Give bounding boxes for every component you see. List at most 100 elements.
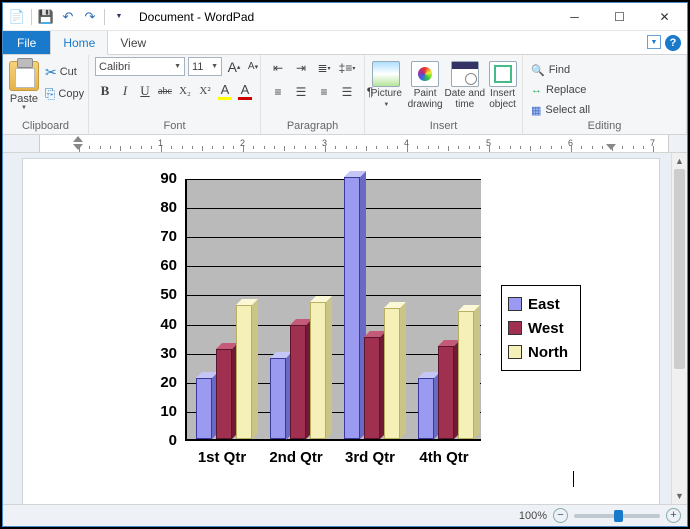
copy-label: Copy (58, 88, 84, 100)
scroll-down-arrow[interactable]: ▼ (672, 488, 687, 504)
y-tick-label: 80 (131, 199, 177, 216)
quick-access-toolbar: 📄 💾 ↶ ↷ ▼ (3, 7, 133, 27)
chevron-down-icon: ▼ (174, 63, 181, 70)
copy-button[interactable]: ⎘ Copy (43, 83, 86, 105)
close-button[interactable]: ✕ (642, 3, 687, 31)
scroll-thumb[interactable] (674, 169, 685, 369)
replace-button[interactable]: ↔ Replace (529, 80, 592, 100)
zoom-out-button[interactable]: − (553, 508, 568, 523)
maximize-button[interactable]: ☐ (597, 3, 642, 31)
scissors-icon: ✂ (45, 64, 57, 81)
align-left-button[interactable]: ≡ (267, 81, 289, 103)
scroll-up-arrow[interactable]: ▲ (672, 153, 687, 169)
cut-button[interactable]: ✂ Cut (43, 61, 86, 83)
x-tick-label: 2nd Qtr (259, 449, 333, 466)
font-size-select[interactable]: 11 ▼ (188, 57, 222, 76)
justify-button[interactable]: ☰ (336, 81, 358, 103)
legend-swatch (508, 321, 522, 335)
right-indent-marker[interactable] (606, 144, 616, 150)
grow-font-button[interactable]: A▴ (225, 57, 243, 76)
wordpad-icon[interactable]: 📄 (7, 7, 27, 27)
chart-plot-area (185, 179, 481, 441)
redo-button[interactable]: ↷ (80, 7, 100, 27)
clipboard-group: Paste ▼ ✂ Cut ⎘ Copy Clipboard (3, 55, 89, 134)
ribbon-minimize-button[interactable]: ▼ (647, 35, 661, 49)
ruler[interactable]: 1234567 (3, 135, 687, 153)
picture-button[interactable]: Picture ▼ (367, 57, 406, 108)
paint-icon (411, 61, 439, 87)
strike-button[interactable]: abc (155, 80, 175, 102)
zoom-in-button[interactable]: + (666, 508, 681, 523)
y-tick-label: 70 (131, 228, 177, 245)
date-time-button[interactable]: Date and time (444, 57, 485, 110)
date-label: Date and time (445, 89, 486, 110)
shrink-font-button[interactable]: A▾ (244, 57, 262, 76)
paint-drawing-button[interactable]: Paint drawing (406, 57, 445, 110)
insert-group: Picture ▼ Paint drawing Date and time In… (365, 55, 523, 134)
paint-label: Paint drawing (408, 89, 443, 110)
line-spacing-button[interactable]: ‡≡▾ (336, 57, 358, 79)
x-tick-label: 1st Qtr (185, 449, 259, 466)
dec-indent-button[interactable]: ⇤ (267, 57, 289, 79)
find-label: Find (549, 64, 570, 76)
file-tab[interactable]: File (3, 31, 50, 54)
bold-button[interactable]: B (95, 80, 115, 102)
insert-label: Insert (367, 120, 520, 134)
italic-button[interactable]: I (115, 80, 135, 102)
superscript-button[interactable]: X² (195, 80, 215, 102)
underline-button[interactable]: U (135, 80, 155, 102)
left-indent-marker[interactable] (73, 144, 83, 150)
zoom-slider[interactable] (574, 514, 660, 518)
editing-group: 🔍 Find ↔ Replace ▦ Select all Editing (523, 55, 687, 134)
window-title: Document - WordPad (133, 10, 552, 24)
paste-icon (9, 61, 39, 91)
align-right-button[interactable]: ≡ (313, 81, 335, 103)
paragraph-group: ⇤ ⇥ ≣▾ ‡≡▾ ≡ ☰ ≡ ☰ ¶ Paragraph (261, 55, 365, 134)
select-all-label: Select all (545, 104, 590, 116)
chart-bar (236, 305, 252, 439)
text-caret (573, 471, 574, 487)
window-controls: ─ ☐ ✕ (552, 3, 687, 31)
picture-label: Picture (371, 89, 402, 100)
picture-icon (372, 61, 400, 87)
select-all-button[interactable]: ▦ Select all (529, 100, 592, 120)
view-tab[interactable]: View (108, 31, 159, 54)
undo-button[interactable]: ↶ (58, 7, 78, 27)
chevron-down-icon: ▼ (211, 63, 218, 70)
subscript-button[interactable]: X₂ (175, 80, 195, 102)
ruler-scale (39, 135, 669, 152)
chart-bar (438, 346, 454, 439)
chart-bar (364, 337, 380, 439)
chart-bar (458, 311, 474, 439)
vertical-scrollbar[interactable]: ▲ ▼ (671, 153, 687, 504)
y-tick-label: 10 (131, 403, 177, 420)
paste-button[interactable]: Paste ▼ (9, 57, 39, 111)
font-name-select[interactable]: Calibri ▼ (95, 57, 185, 76)
insert-object-button[interactable]: Insert object (485, 57, 520, 110)
inc-indent-button[interactable]: ⇥ (290, 57, 312, 79)
first-line-indent-marker[interactable] (73, 136, 83, 142)
chart-bar (290, 325, 306, 439)
page[interactable]: EastWestNorth 01020304050607080901st Qtr… (23, 159, 659, 504)
window-root: 📄 💾 ↶ ↷ ▼ Document - WordPad ─ ☐ ✕ File … (2, 2, 688, 527)
zoom-slider-knob[interactable] (614, 510, 623, 522)
font-color (238, 97, 252, 100)
find-button[interactable]: 🔍 Find (529, 60, 592, 80)
font-label: Font (95, 120, 254, 134)
bullets-button[interactable]: ≣▾ (313, 57, 335, 79)
highlight-button[interactable]: A (215, 80, 235, 102)
document-area: EastWestNorth 01020304050607080901st Qtr… (3, 153, 687, 504)
home-tab[interactable]: Home (50, 31, 108, 55)
help-icon[interactable]: ? (665, 35, 681, 51)
qat-customize-button[interactable]: ▼ (109, 7, 129, 27)
cut-label: Cut (60, 66, 77, 78)
replace-icon: ↔ (531, 84, 542, 96)
font-color-button[interactable]: A (235, 80, 255, 102)
y-tick-label: 90 (131, 170, 177, 187)
minimize-button[interactable]: ─ (552, 3, 597, 31)
embedded-chart[interactable]: EastWestNorth 01020304050607080901st Qtr… (131, 173, 601, 487)
chart-legend: EastWestNorth (501, 285, 581, 371)
align-center-button[interactable]: ☰ (290, 81, 312, 103)
save-button[interactable]: 💾 (36, 7, 56, 27)
editing-label: Editing (529, 120, 680, 134)
